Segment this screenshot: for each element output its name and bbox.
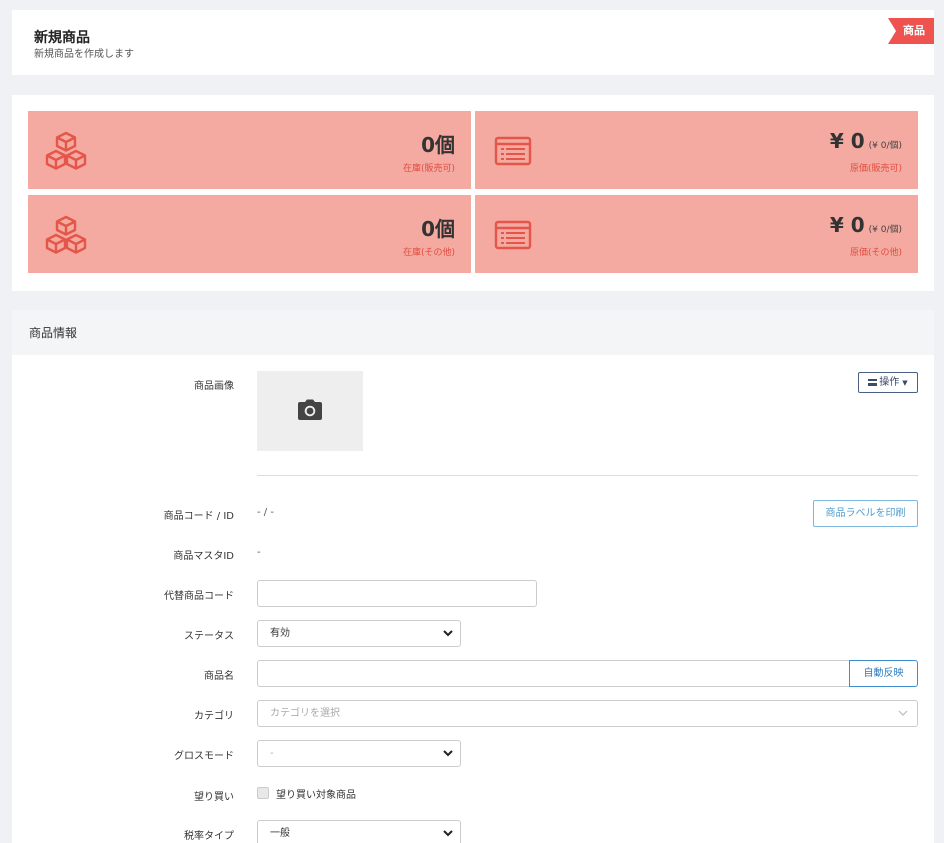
stat-value: 0個 xyxy=(421,217,455,241)
stat-value: ¥ 0 xyxy=(829,129,865,153)
chevron-down-icon xyxy=(443,830,453,837)
panel-heading: 商品情報 xyxy=(12,310,934,355)
product-image-label: 商品画像 xyxy=(194,381,234,392)
alt-code-input[interactable] xyxy=(257,580,537,607)
gross-mode-label: グロスモード xyxy=(174,751,234,762)
category-ribbon: 商品 xyxy=(888,18,934,44)
master-id-value: - xyxy=(257,547,261,558)
buyback-checkbox[interactable] xyxy=(257,787,269,799)
stat-cost-sellable: ¥ 0 (¥ 0/個) 原価(販売可) xyxy=(475,111,918,189)
buyback-checkbox-label: 望り買い対象商品 xyxy=(276,790,356,801)
stat-label: 原価(その他) xyxy=(849,248,902,258)
gross-mode-value: - xyxy=(270,748,274,759)
master-id-label: 商品マスタID xyxy=(173,551,234,562)
page-subtitle: 新規商品を作成します xyxy=(34,49,134,60)
stat-label: 原価(販売可) xyxy=(849,164,902,174)
tax-type-select[interactable]: 一般 xyxy=(257,820,461,843)
status-label: ステータス xyxy=(184,631,234,642)
stat-cost-other: ¥ 0 (¥ 0/個) 原価(その他) xyxy=(475,195,918,273)
camera-icon xyxy=(298,399,322,420)
cubes-icon xyxy=(45,131,87,170)
stats-panel: 0個 在庫(販売可) ¥ 0 (¥ 0/個) 原価(販売可) 0個 在庫(その他… xyxy=(12,95,934,291)
card-list-icon xyxy=(494,220,532,250)
status-select[interactable]: 有効 xyxy=(257,620,461,647)
caret-down-icon: ▼ xyxy=(902,379,908,387)
stat-unit-note: (¥ 0/個) xyxy=(868,141,902,151)
print-label-button[interactable]: 商品ラベルを印刷 xyxy=(813,500,918,527)
product-code-value: - / - xyxy=(257,507,274,518)
alt-code-label: 代替商品コード xyxy=(164,591,234,602)
chevron-down-icon xyxy=(898,710,908,716)
chevron-down-icon xyxy=(443,630,453,637)
chevron-down-icon xyxy=(443,750,453,757)
page-header: 新規商品 新規商品を作成します 商品 xyxy=(12,10,934,75)
gross-mode-select[interactable]: - xyxy=(257,740,461,767)
product-name-input[interactable] xyxy=(257,660,850,687)
product-code-label: 商品コード / ID xyxy=(163,511,234,522)
category-label: カテゴリ xyxy=(194,711,234,722)
list-icon xyxy=(868,379,878,386)
stat-stock-sellable: 0個 在庫(販売可) xyxy=(28,111,471,189)
stat-label: 在庫(その他) xyxy=(402,248,455,258)
product-image-upload[interactable] xyxy=(257,371,363,451)
card-list-icon xyxy=(494,136,532,166)
auto-fill-button[interactable]: 自動反映 xyxy=(849,660,918,687)
stat-unit-note: (¥ 0/個) xyxy=(868,225,902,235)
stat-value: 0個 xyxy=(421,133,455,157)
page-title: 新規商品 xyxy=(34,30,90,46)
status-select-value: 有効 xyxy=(270,628,290,639)
category-select[interactable]: カテゴリを選択 xyxy=(257,700,918,727)
tax-type-label: 税率タイプ xyxy=(184,831,234,842)
category-placeholder: カテゴリを選択 xyxy=(270,708,340,719)
stat-stock-other: 0個 在庫(その他) xyxy=(28,195,471,273)
operations-dropdown-button[interactable]: 操作 ▼ xyxy=(858,372,918,393)
stat-label: 在庫(販売可) xyxy=(402,164,455,174)
divider xyxy=(257,475,918,476)
product-info-panel: 商品情報 商品画像 操作 ▼ 商品コード / ID - / - 商品ラベルを印刷 … xyxy=(12,310,934,843)
tax-type-value: 一般 xyxy=(270,828,290,839)
stat-value: ¥ 0 xyxy=(829,213,865,237)
product-name-label: 商品名 xyxy=(204,671,234,682)
buyback-label: 望り買い xyxy=(194,792,234,803)
cubes-icon xyxy=(45,215,87,254)
operations-label: 操作 xyxy=(879,377,900,388)
